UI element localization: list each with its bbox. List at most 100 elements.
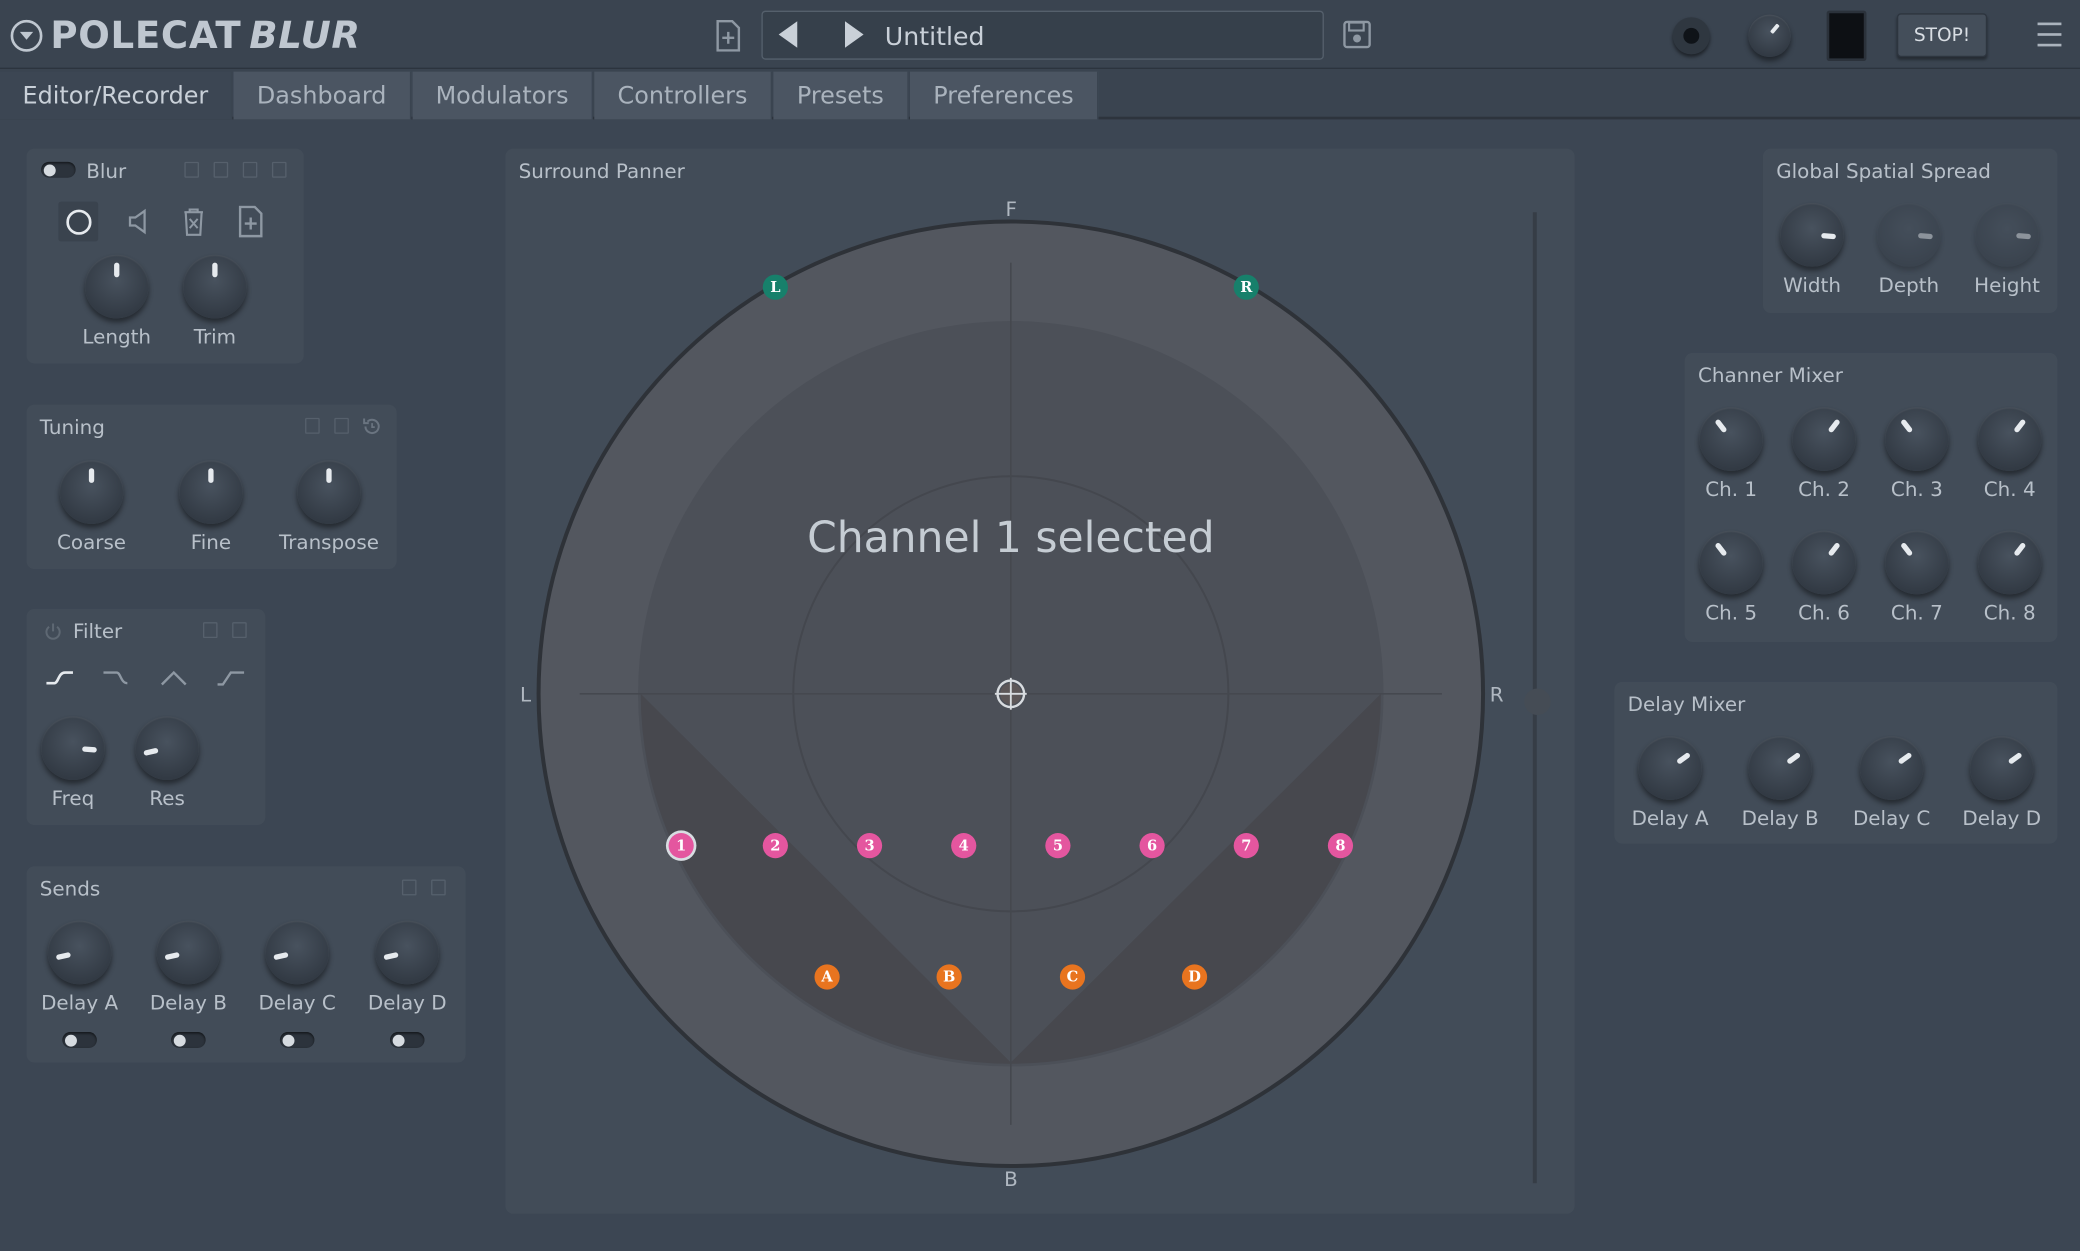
preset-name: Untitled bbox=[884, 22, 985, 52]
channel-marker-3[interactable]: 3 bbox=[856, 833, 883, 859]
preset-selector[interactable]: Untitled bbox=[761, 10, 1324, 60]
delay-c-label: Delay C bbox=[1852, 806, 1931, 831]
send-delay-c-toggle[interactable] bbox=[279, 1032, 315, 1048]
send-delay-a-toggle[interactable] bbox=[62, 1032, 97, 1048]
tab-controllers[interactable]: Controllers bbox=[594, 71, 773, 120]
send-delay-a-label: Delay A bbox=[41, 990, 119, 1015]
paste-icon[interactable] bbox=[213, 161, 229, 178]
height-slider-handle[interactable] bbox=[1524, 688, 1551, 715]
ch7-knob[interactable] bbox=[1884, 530, 1949, 595]
channel-marker-1[interactable]: 1 bbox=[668, 833, 694, 859]
channel-marker-6[interactable]: 6 bbox=[1139, 833, 1165, 859]
res-knob[interactable] bbox=[135, 716, 199, 780]
blur-enable-toggle[interactable] bbox=[41, 161, 76, 178]
ch4-knob[interactable] bbox=[1977, 407, 2042, 471]
delay-c-knob[interactable] bbox=[1859, 736, 1924, 800]
send-delay-a-knob[interactable] bbox=[47, 920, 112, 985]
power-icon[interactable] bbox=[42, 621, 63, 642]
speaker-icon[interactable] bbox=[123, 207, 152, 236]
channel-marker-2[interactable]: 2 bbox=[762, 833, 788, 859]
copy-icon[interactable] bbox=[184, 161, 199, 178]
selection-status: Channel 1 selected bbox=[807, 512, 1215, 563]
ch6-knob[interactable] bbox=[1792, 530, 1856, 595]
length-knob[interactable] bbox=[84, 254, 149, 319]
prev-preset-icon[interactable] bbox=[778, 21, 798, 48]
ch2-knob[interactable] bbox=[1792, 407, 1856, 471]
width-knob[interactable] bbox=[1780, 202, 1844, 267]
ch3-knob[interactable] bbox=[1884, 407, 1949, 471]
tab-modulators[interactable]: Modulators bbox=[412, 71, 593, 120]
coarse-knob[interactable] bbox=[59, 460, 124, 524]
output-knob-icon[interactable] bbox=[1748, 14, 1791, 58]
paste-icon[interactable] bbox=[232, 622, 247, 639]
paste-icon[interactable] bbox=[431, 879, 446, 896]
delete-icon[interactable] bbox=[179, 206, 208, 238]
panner-field[interactable] bbox=[505, 149, 1574, 1214]
height-label: Height bbox=[1974, 273, 2040, 298]
highshelf-icon[interactable] bbox=[215, 667, 247, 688]
tab-presets[interactable]: Presets bbox=[773, 71, 909, 120]
ch1-knob[interactable] bbox=[1699, 407, 1763, 471]
file-icon[interactable] bbox=[242, 161, 258, 178]
new-file-icon[interactable] bbox=[236, 205, 265, 238]
next-preset-icon[interactable] bbox=[844, 21, 864, 48]
freq-knob[interactable] bbox=[41, 716, 105, 780]
delay-b-label: Delay B bbox=[1741, 806, 1819, 831]
height-knob[interactable] bbox=[1975, 202, 2039, 267]
reset-icon[interactable] bbox=[361, 415, 382, 436]
bandpass-icon[interactable] bbox=[158, 667, 190, 688]
trim-knob[interactable] bbox=[183, 254, 247, 319]
new-preset-icon[interactable] bbox=[714, 19, 743, 53]
send-delay-d-toggle[interactable] bbox=[389, 1032, 425, 1048]
record-icon[interactable] bbox=[1672, 17, 1710, 55]
stop-button[interactable]: STOP! bbox=[1896, 13, 1988, 58]
trim-label: Trim bbox=[193, 324, 237, 349]
channel-marker-8[interactable]: 8 bbox=[1327, 833, 1354, 859]
delay-b-knob[interactable] bbox=[1748, 736, 1813, 800]
channel-marker-7[interactable]: 7 bbox=[1233, 833, 1259, 859]
delay-marker-d[interactable]: D bbox=[1181, 964, 1208, 990]
filter-panel: Filter Freq Res bbox=[26, 608, 266, 826]
send-delay-c-knob[interactable] bbox=[265, 920, 329, 985]
spatial-spread-panel: Global Spatial Spread Width Depth Height bbox=[1762, 148, 2058, 314]
speaker-r[interactable]: R bbox=[1233, 274, 1259, 300]
depth-knob[interactable] bbox=[1877, 202, 1941, 267]
speaker-l[interactable]: L bbox=[762, 274, 788, 300]
save-icon[interactable] bbox=[271, 161, 287, 178]
filter-title: Filter bbox=[72, 619, 123, 644]
delay-mixer-title: Delay Mixer bbox=[1627, 692, 1746, 717]
copy-icon[interactable] bbox=[202, 622, 218, 639]
copy-icon[interactable] bbox=[305, 417, 320, 434]
sends-panel: Sends Delay A Delay B Delay C Delay D bbox=[26, 866, 466, 1063]
paste-icon[interactable] bbox=[334, 417, 349, 434]
channel-marker-5[interactable]: 5 bbox=[1045, 833, 1071, 859]
delay-marker-c[interactable]: C bbox=[1059, 964, 1086, 990]
save-icon[interactable] bbox=[1342, 20, 1371, 49]
brand-logo[interactable]: POLECAT BLUR bbox=[10, 13, 361, 57]
transpose-knob[interactable] bbox=[297, 460, 361, 524]
blur-title: Blur bbox=[86, 159, 127, 184]
channel-mixer-panel: Channer Mixer Ch. 1 Ch. 2 Ch. 3 Ch. 4 Ch… bbox=[1684, 352, 2058, 643]
ch5-knob[interactable] bbox=[1699, 530, 1763, 595]
channel-marker-4[interactable]: 4 bbox=[951, 833, 977, 859]
lowpass-icon[interactable] bbox=[101, 667, 133, 688]
delay-marker-a[interactable]: A bbox=[814, 964, 840, 990]
delay-d-knob[interactable] bbox=[1969, 736, 2034, 800]
delay-marker-b[interactable]: B bbox=[936, 964, 962, 990]
ch8-knob[interactable] bbox=[1977, 530, 2042, 595]
send-delay-d-knob[interactable] bbox=[375, 920, 440, 985]
copy-icon[interactable] bbox=[401, 879, 417, 896]
menu-icon[interactable] bbox=[2036, 22, 2063, 47]
circle-icon bbox=[65, 208, 91, 235]
tab-editor-recorder[interactable]: Editor/Recorder bbox=[0, 71, 233, 120]
send-delay-b-knob[interactable] bbox=[156, 920, 221, 985]
send-delay-b-toggle[interactable] bbox=[171, 1032, 206, 1048]
highpass-icon[interactable] bbox=[44, 667, 76, 688]
fine-knob[interactable] bbox=[179, 460, 243, 524]
fine-label: Fine bbox=[190, 530, 232, 555]
tab-dashboard[interactable]: Dashboard bbox=[233, 71, 412, 120]
back-label: B bbox=[1004, 1167, 1018, 1192]
tab-preferences[interactable]: Preferences bbox=[909, 71, 1099, 120]
delay-a-knob[interactable] bbox=[1638, 736, 1702, 800]
record-button[interactable] bbox=[58, 201, 99, 242]
